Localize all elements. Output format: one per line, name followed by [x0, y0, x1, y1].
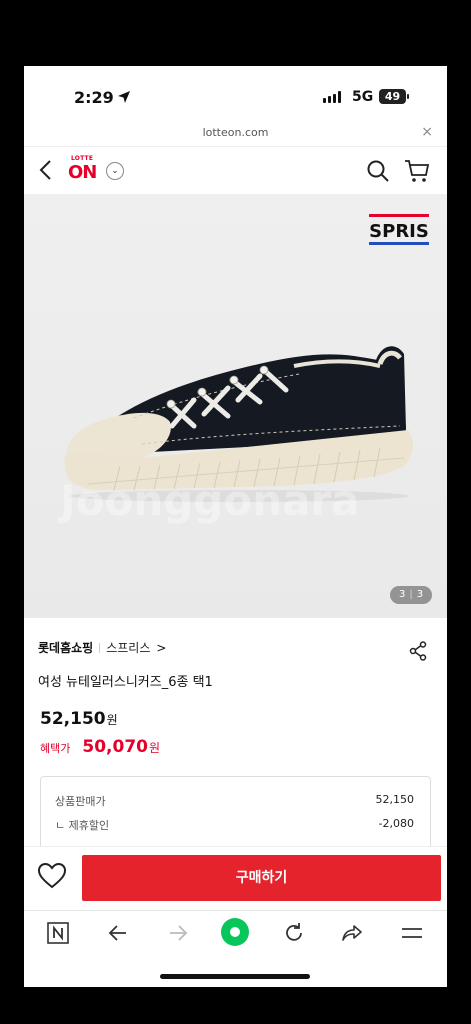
network-label: 5G: [352, 89, 374, 105]
menu-icon[interactable]: [400, 921, 424, 945]
browser-toolbar: [24, 910, 447, 954]
logo-main-text: ON: [68, 162, 97, 183]
brand-link[interactable]: 스프리스: [106, 639, 150, 656]
breakdown-label: 상품판매가: [55, 795, 106, 808]
location-arrow-icon: [118, 91, 130, 103]
home-indicator[interactable]: [160, 974, 310, 979]
benefit-price-unit: 원: [148, 741, 161, 755]
benefit-price-value: 50,070: [82, 737, 148, 757]
status-bar: 2:29 5G 49: [24, 66, 447, 124]
page-current: 3: [398, 589, 406, 600]
naver-n-icon[interactable]: [46, 921, 70, 945]
share-arrow-icon[interactable]: [340, 921, 364, 945]
logo-top-text: LOTTE: [71, 155, 94, 162]
share-icon[interactable]: [409, 641, 427, 661]
url-bar[interactable]: lotteon.com ×: [24, 124, 447, 146]
breakdown-row: 상품판매가 52,150: [55, 793, 414, 809]
refresh-icon[interactable]: [282, 921, 306, 945]
purchase-bar: 구매하기: [24, 846, 447, 910]
search-icon[interactable]: [366, 159, 390, 183]
chevron-right-icon[interactable]: >: [156, 641, 166, 655]
lotte-on-logo[interactable]: LOTTE ON: [68, 155, 102, 185]
benefit-label: 혜택가: [40, 742, 71, 755]
divider: [99, 642, 101, 653]
sneaker-illustration: [64, 346, 413, 502]
breakdown-value: 52,150: [375, 793, 415, 806]
watermark-text: Joonggonara: [60, 476, 360, 525]
back-arrow-icon[interactable]: [106, 921, 130, 945]
price-value: 52,150: [40, 709, 106, 729]
app-header: LOTTE ON ⌄: [24, 146, 447, 194]
green-dot-icon[interactable]: [220, 917, 250, 947]
breakdown-row: ㄴ 제휴할인 -2,080: [55, 817, 414, 833]
heart-icon[interactable]: [38, 863, 66, 889]
status-time: 2:29: [74, 88, 114, 107]
price-unit: 원: [106, 713, 118, 727]
close-icon[interactable]: ×: [421, 124, 433, 140]
benefit-price: 혜택가 50,070 원: [40, 737, 160, 757]
signal-icon: [323, 91, 341, 103]
phone-screen: 2:29 5G 49 lotteon.com × LOTTE ON ⌄ SPRI…: [24, 66, 447, 987]
image-page-indicator: 3 | 3: [390, 586, 432, 604]
url-text[interactable]: lotteon.com: [24, 126, 447, 139]
seller-name[interactable]: 롯데홈쇼핑: [38, 639, 93, 656]
cart-icon[interactable]: [404, 159, 430, 183]
battery-icon: 49: [379, 89, 409, 104]
breakdown-label: ㄴ 제휴할인: [55, 819, 110, 832]
back-arrow-icon[interactable]: [36, 159, 56, 181]
product-image-carousel[interactable]: SPRIS Joonggonara 3 | 3: [24, 194, 447, 618]
product-price: 52,150원: [40, 709, 118, 729]
seller-breadcrumb: 롯데홈쇼핑 스프리스 >: [38, 639, 166, 656]
price-breakdown: 상품판매가 52,150 ㄴ 제휴할인 -2,080: [40, 776, 431, 856]
page-total: 3: [416, 589, 424, 600]
buy-button[interactable]: 구매하기: [82, 855, 441, 901]
chevron-down-icon[interactable]: ⌄: [106, 162, 124, 180]
breakdown-value: -2,080: [378, 817, 414, 830]
forward-arrow-icon[interactable]: [166, 921, 190, 945]
product-title: 여성 뉴테일러스니커즈_6종 택1: [38, 675, 213, 690]
